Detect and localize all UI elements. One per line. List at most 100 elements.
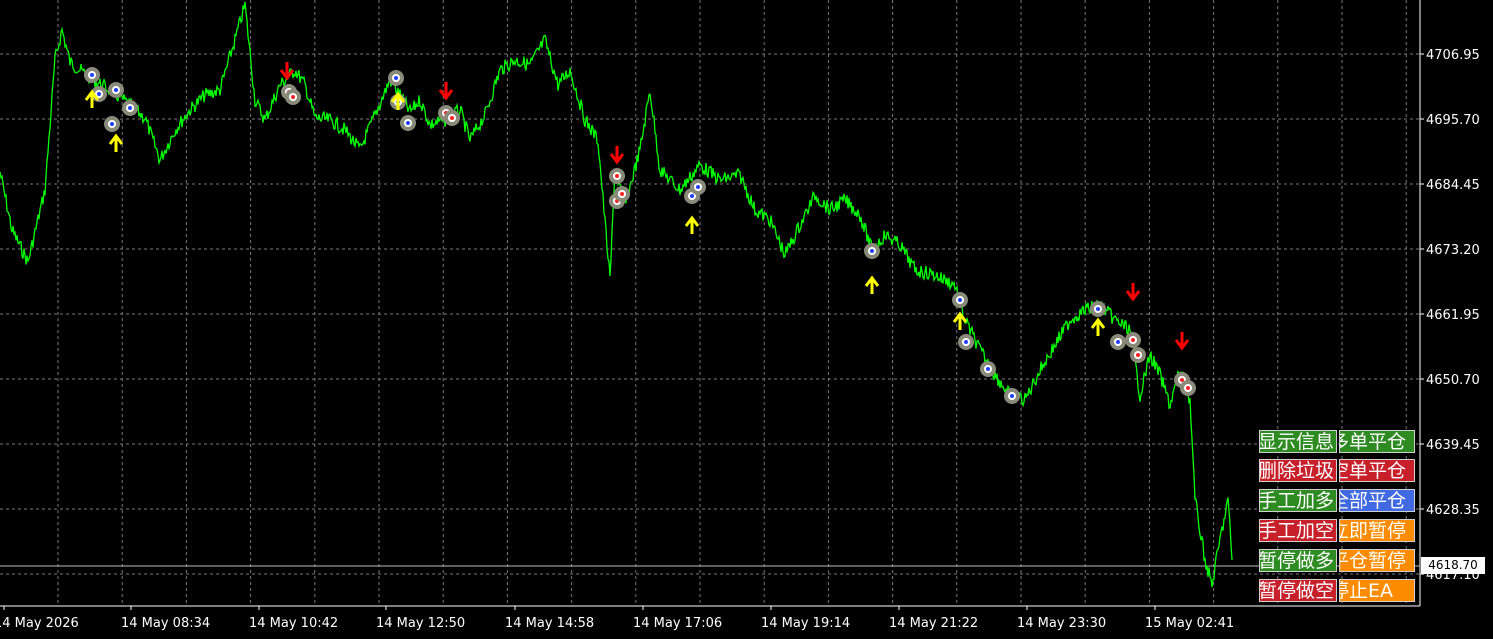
price-axis: 4706.95 4695.70 4684.45 4673.20 4661.95 4650.… <box>1426 48 1480 583</box>
control-button-label: 手工加多 <box>1259 490 1334 512</box>
price-tick-label: 4639.45 <box>1426 438 1480 453</box>
current-price-tag: 4618.70 <box>1421 557 1485 574</box>
time-tick-label: 14 May 19:14 <box>761 616 850 631</box>
order-dot <box>450 116 454 120</box>
buy-order-marker <box>122 100 138 116</box>
control-button-label: 平仓暂停 <box>1340 550 1407 572</box>
time-tick-label: 14 May 23:30 <box>1017 616 1106 631</box>
control-button-label: 手工加空 <box>1259 520 1334 542</box>
order-dot <box>1131 338 1135 342</box>
sell-order-marker <box>609 168 625 184</box>
sell-order-marker <box>614 186 630 202</box>
buy-order-marker <box>104 116 120 132</box>
buy-order-marker <box>84 67 100 83</box>
right-control-button[interactable]: 立即暂停 <box>1339 519 1415 542</box>
right-control-button[interactable]: 空单平仓 <box>1339 459 1415 482</box>
sell-arrow-icon <box>1174 332 1190 351</box>
time-tick-label: 14 May 2026 <box>0 616 79 631</box>
price-tick-label: 4650.70 <box>1426 373 1480 388</box>
sell-order-marker <box>1130 347 1146 363</box>
right-control-button[interactable]: 多单平仓 <box>1339 430 1415 453</box>
sell-order-marker <box>444 110 460 126</box>
order-dot <box>1186 386 1190 390</box>
chart-grid <box>0 0 1420 606</box>
order-dot <box>986 367 990 371</box>
order-dot <box>128 106 132 110</box>
order-dot <box>406 121 410 125</box>
time-tick-label: 14 May 10:42 <box>249 616 338 631</box>
time-tick-label: 15 May 02:41 <box>1145 616 1234 631</box>
right-control-button[interactable]: 停止EA <box>1339 579 1415 602</box>
buy-order-marker <box>958 334 974 350</box>
order-dot <box>1116 340 1120 344</box>
order-dot <box>97 92 101 96</box>
order-dot <box>1096 307 1100 311</box>
price-tick-label: 4684.45 <box>1426 178 1480 193</box>
buy-arrow-icon <box>684 215 700 234</box>
control-button-label: 空单平仓 <box>1340 460 1407 482</box>
order-dot <box>90 73 94 77</box>
price-chart[interactable]: 14 May 2026 14 May 08:34 14 May 10:42 14 Ma… <box>0 0 1493 639</box>
order-dot <box>958 298 962 302</box>
chart-axes <box>0 0 1424 610</box>
price-tick-label: 4695.70 <box>1426 113 1480 128</box>
control-button-label: 显示信息 <box>1259 431 1334 453</box>
order-dot <box>870 249 874 253</box>
right-control-button[interactable]: 全部平仓 <box>1339 489 1415 512</box>
buy-order-marker <box>864 243 880 259</box>
left-control-button[interactable]: 手工加多 <box>1259 489 1337 512</box>
buy-order-marker <box>400 115 416 131</box>
time-tick-label: 14 May 12:50 <box>376 616 465 631</box>
order-dot <box>1010 394 1014 398</box>
order-dot <box>291 95 295 99</box>
buy-order-marker <box>388 70 404 86</box>
buy-order-marker <box>1004 388 1020 404</box>
left-control-button[interactable]: 暂停做空 <box>1259 579 1337 602</box>
buy-order-marker <box>952 292 968 308</box>
order-dot <box>1136 353 1140 357</box>
order-dot <box>690 194 694 198</box>
price-tick-label: 4673.20 <box>1426 243 1480 258</box>
right-control-button[interactable]: 平仓暂停 <box>1339 549 1415 572</box>
order-dot <box>615 174 619 178</box>
order-dot <box>114 88 118 92</box>
left-control-button[interactable]: 显示信息 <box>1259 430 1337 453</box>
control-button-label: 多单平仓 <box>1340 431 1407 453</box>
time-axis: 14 May 2026 14 May 08:34 14 May 10:42 14 Ma… <box>0 616 1234 631</box>
left-control-button[interactable]: 暂停做多 <box>1259 549 1337 572</box>
price-line <box>0 1 1233 588</box>
order-dot <box>620 192 624 196</box>
control-button-label: 立即暂停 <box>1340 520 1407 542</box>
sell-order-marker <box>1180 380 1196 396</box>
buy-order-marker <box>1110 334 1126 350</box>
buy-order-marker <box>690 179 706 195</box>
time-tick-label: 14 May 08:34 <box>121 616 210 631</box>
buy-arrow-icon <box>952 311 968 330</box>
sell-arrow-icon <box>1125 283 1141 302</box>
price-tick-label: 4706.95 <box>1426 48 1480 63</box>
sell-arrow-icon <box>609 146 625 165</box>
left-control-button[interactable]: 手工加空 <box>1259 519 1337 542</box>
time-tick-label: 14 May 17:06 <box>633 616 722 631</box>
time-tick-label: 14 May 21:22 <box>889 616 978 631</box>
buy-order-marker <box>980 361 996 377</box>
buy-arrow-icon <box>1090 317 1106 336</box>
sell-order-marker <box>1125 332 1141 348</box>
order-dot <box>964 340 968 344</box>
control-button-label: 全部平仓 <box>1340 490 1407 512</box>
price-tick-label: 4628.35 <box>1426 503 1480 518</box>
time-tick-label: 14 May 14:58 <box>505 616 594 631</box>
price-tick-label: 4661.95 <box>1426 308 1480 323</box>
buy-order-marker <box>108 82 124 98</box>
control-button-label: 暂停做空 <box>1259 580 1334 602</box>
buy-arrow-icon <box>108 133 124 152</box>
control-button-label: 暂停做多 <box>1259 550 1334 572</box>
buy-order-marker <box>1090 301 1106 317</box>
sell-order-marker <box>285 89 301 105</box>
trade-markers <box>84 62 1196 404</box>
left-control-button[interactable]: 删除垃圾 <box>1259 459 1337 482</box>
order-dot <box>1180 378 1184 382</box>
sell-arrow-icon <box>279 62 295 81</box>
control-button-label: 删除垃圾 <box>1259 460 1334 482</box>
buy-arrow-icon <box>864 275 880 294</box>
